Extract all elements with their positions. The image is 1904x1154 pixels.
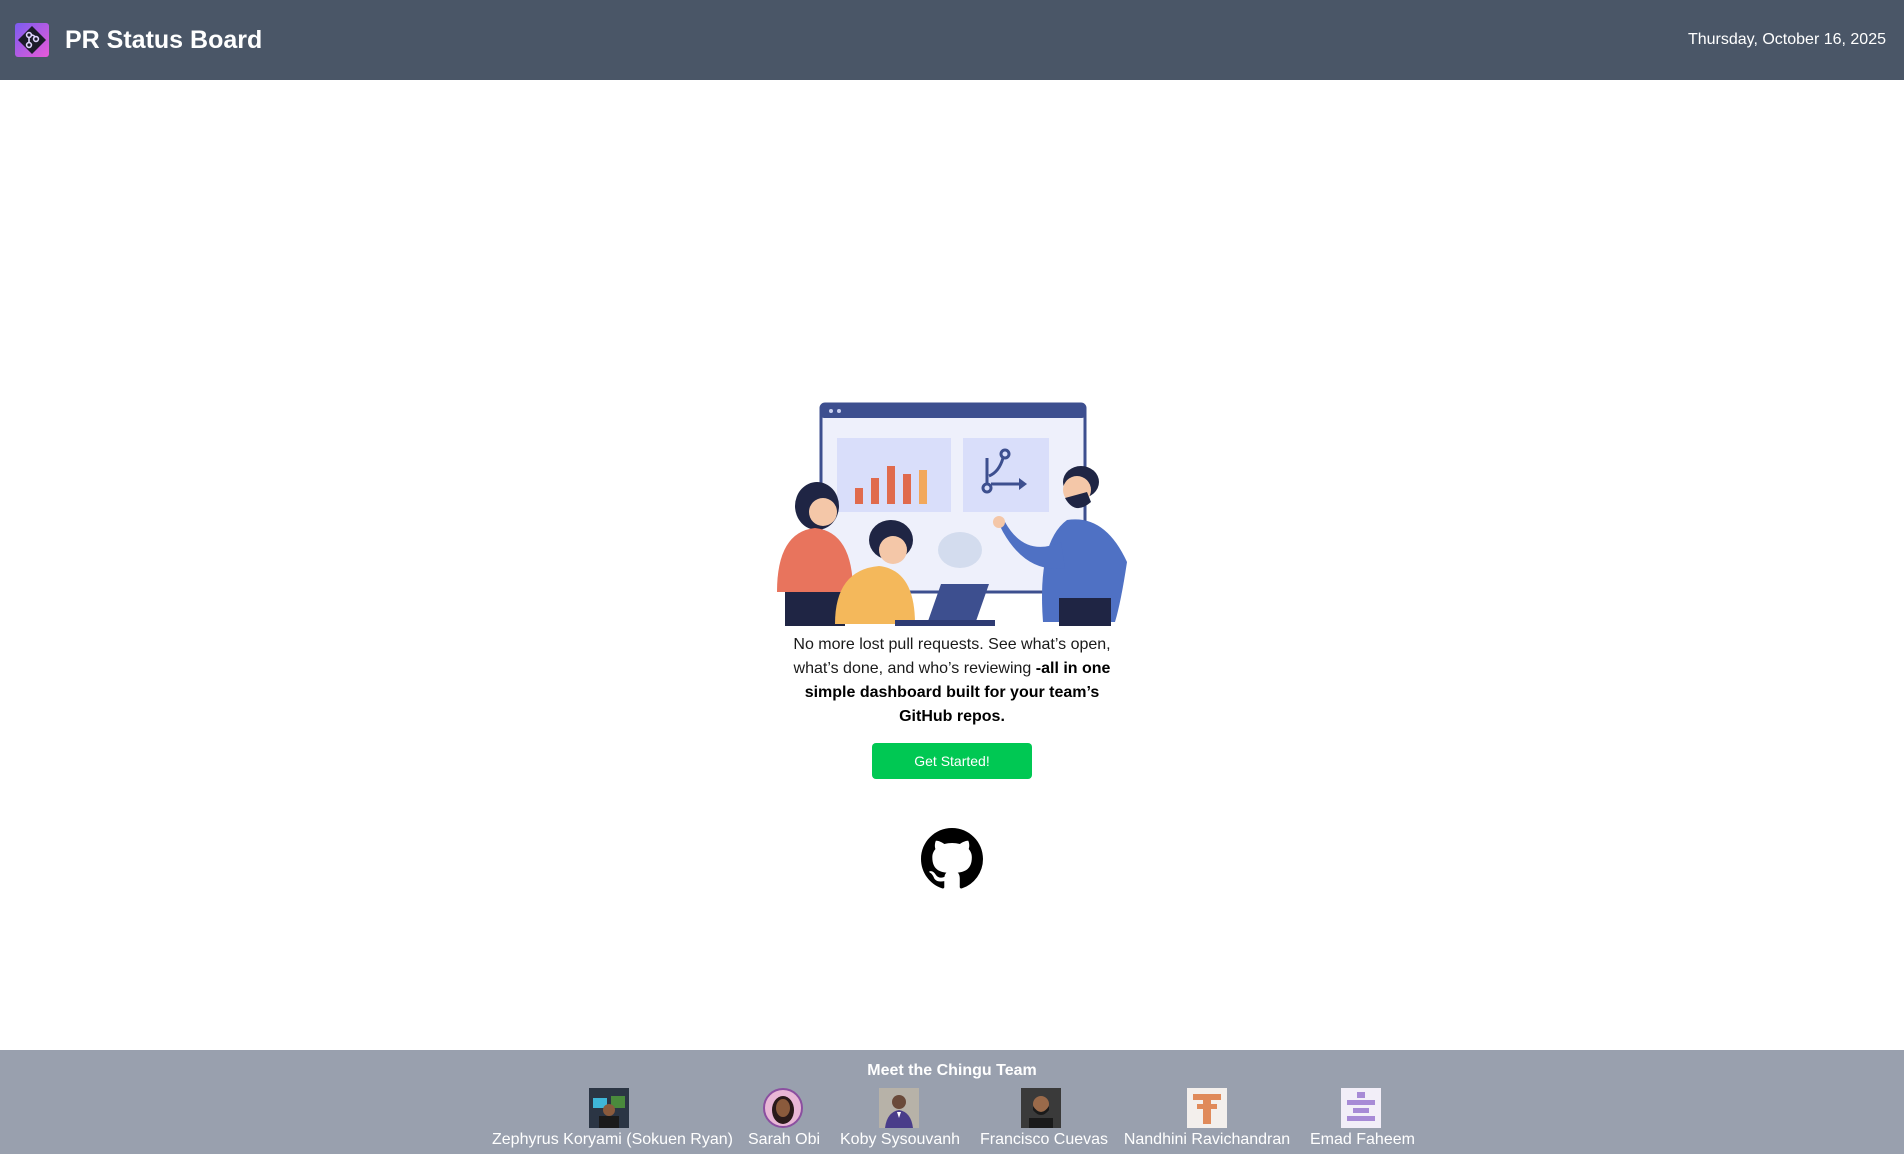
team-dashboard-illustration xyxy=(777,402,1127,626)
team-member[interactable]: Koby Sysouvanh xyxy=(840,1088,961,1150)
landing-hero: No more lost pull requests. See what’s o… xyxy=(0,80,1904,1050)
member-name: Sarah Obi xyxy=(748,1131,821,1148)
team-member[interactable]: Emad Faheem xyxy=(1310,1088,1415,1150)
brand[interactable]: PR Status Board xyxy=(15,23,262,57)
github-icon[interactable] xyxy=(921,828,983,890)
top-nav-bar: PR Status Board Thursday, October 16, 20… xyxy=(0,0,1904,80)
avatar xyxy=(763,1088,803,1128)
git-branch-logo-icon xyxy=(15,23,49,57)
member-name: Emad Faheem xyxy=(1310,1131,1415,1148)
avatar xyxy=(1341,1088,1381,1128)
avatar xyxy=(879,1088,919,1128)
avatar xyxy=(589,1088,629,1128)
team-member[interactable]: Nandhini Ravichandran xyxy=(1122,1088,1292,1150)
member-name: Koby Sysouvanh xyxy=(840,1131,961,1148)
team-member[interactable]: Francisco Cuevas xyxy=(980,1088,1109,1150)
footer-title: Meet the Chingu Team xyxy=(867,1062,1037,1079)
get-started-button[interactable]: Get Started! xyxy=(872,743,1032,779)
avatar xyxy=(1021,1088,1061,1128)
app-title: PR Status Board xyxy=(65,25,263,54)
team-member[interactable]: Sarah Obi xyxy=(748,1088,821,1150)
team-footer: Meet the Chingu Team Zephyrus Koryami (S… xyxy=(0,1050,1904,1154)
tagline: No more lost pull requests. See what’s o… xyxy=(792,633,1112,729)
team-member[interactable]: Zephyrus Koryami (Sokuen Ryan) xyxy=(492,1088,733,1150)
member-name: Zephyrus Koryami (Sokuen Ryan) xyxy=(492,1131,733,1148)
member-name: Francisco Cuevas xyxy=(980,1131,1109,1148)
current-date: Thursday, October 16, 2025 xyxy=(1687,31,1886,48)
member-name: Nandhini Ravichandran xyxy=(1123,1131,1291,1148)
avatar xyxy=(1187,1088,1227,1128)
